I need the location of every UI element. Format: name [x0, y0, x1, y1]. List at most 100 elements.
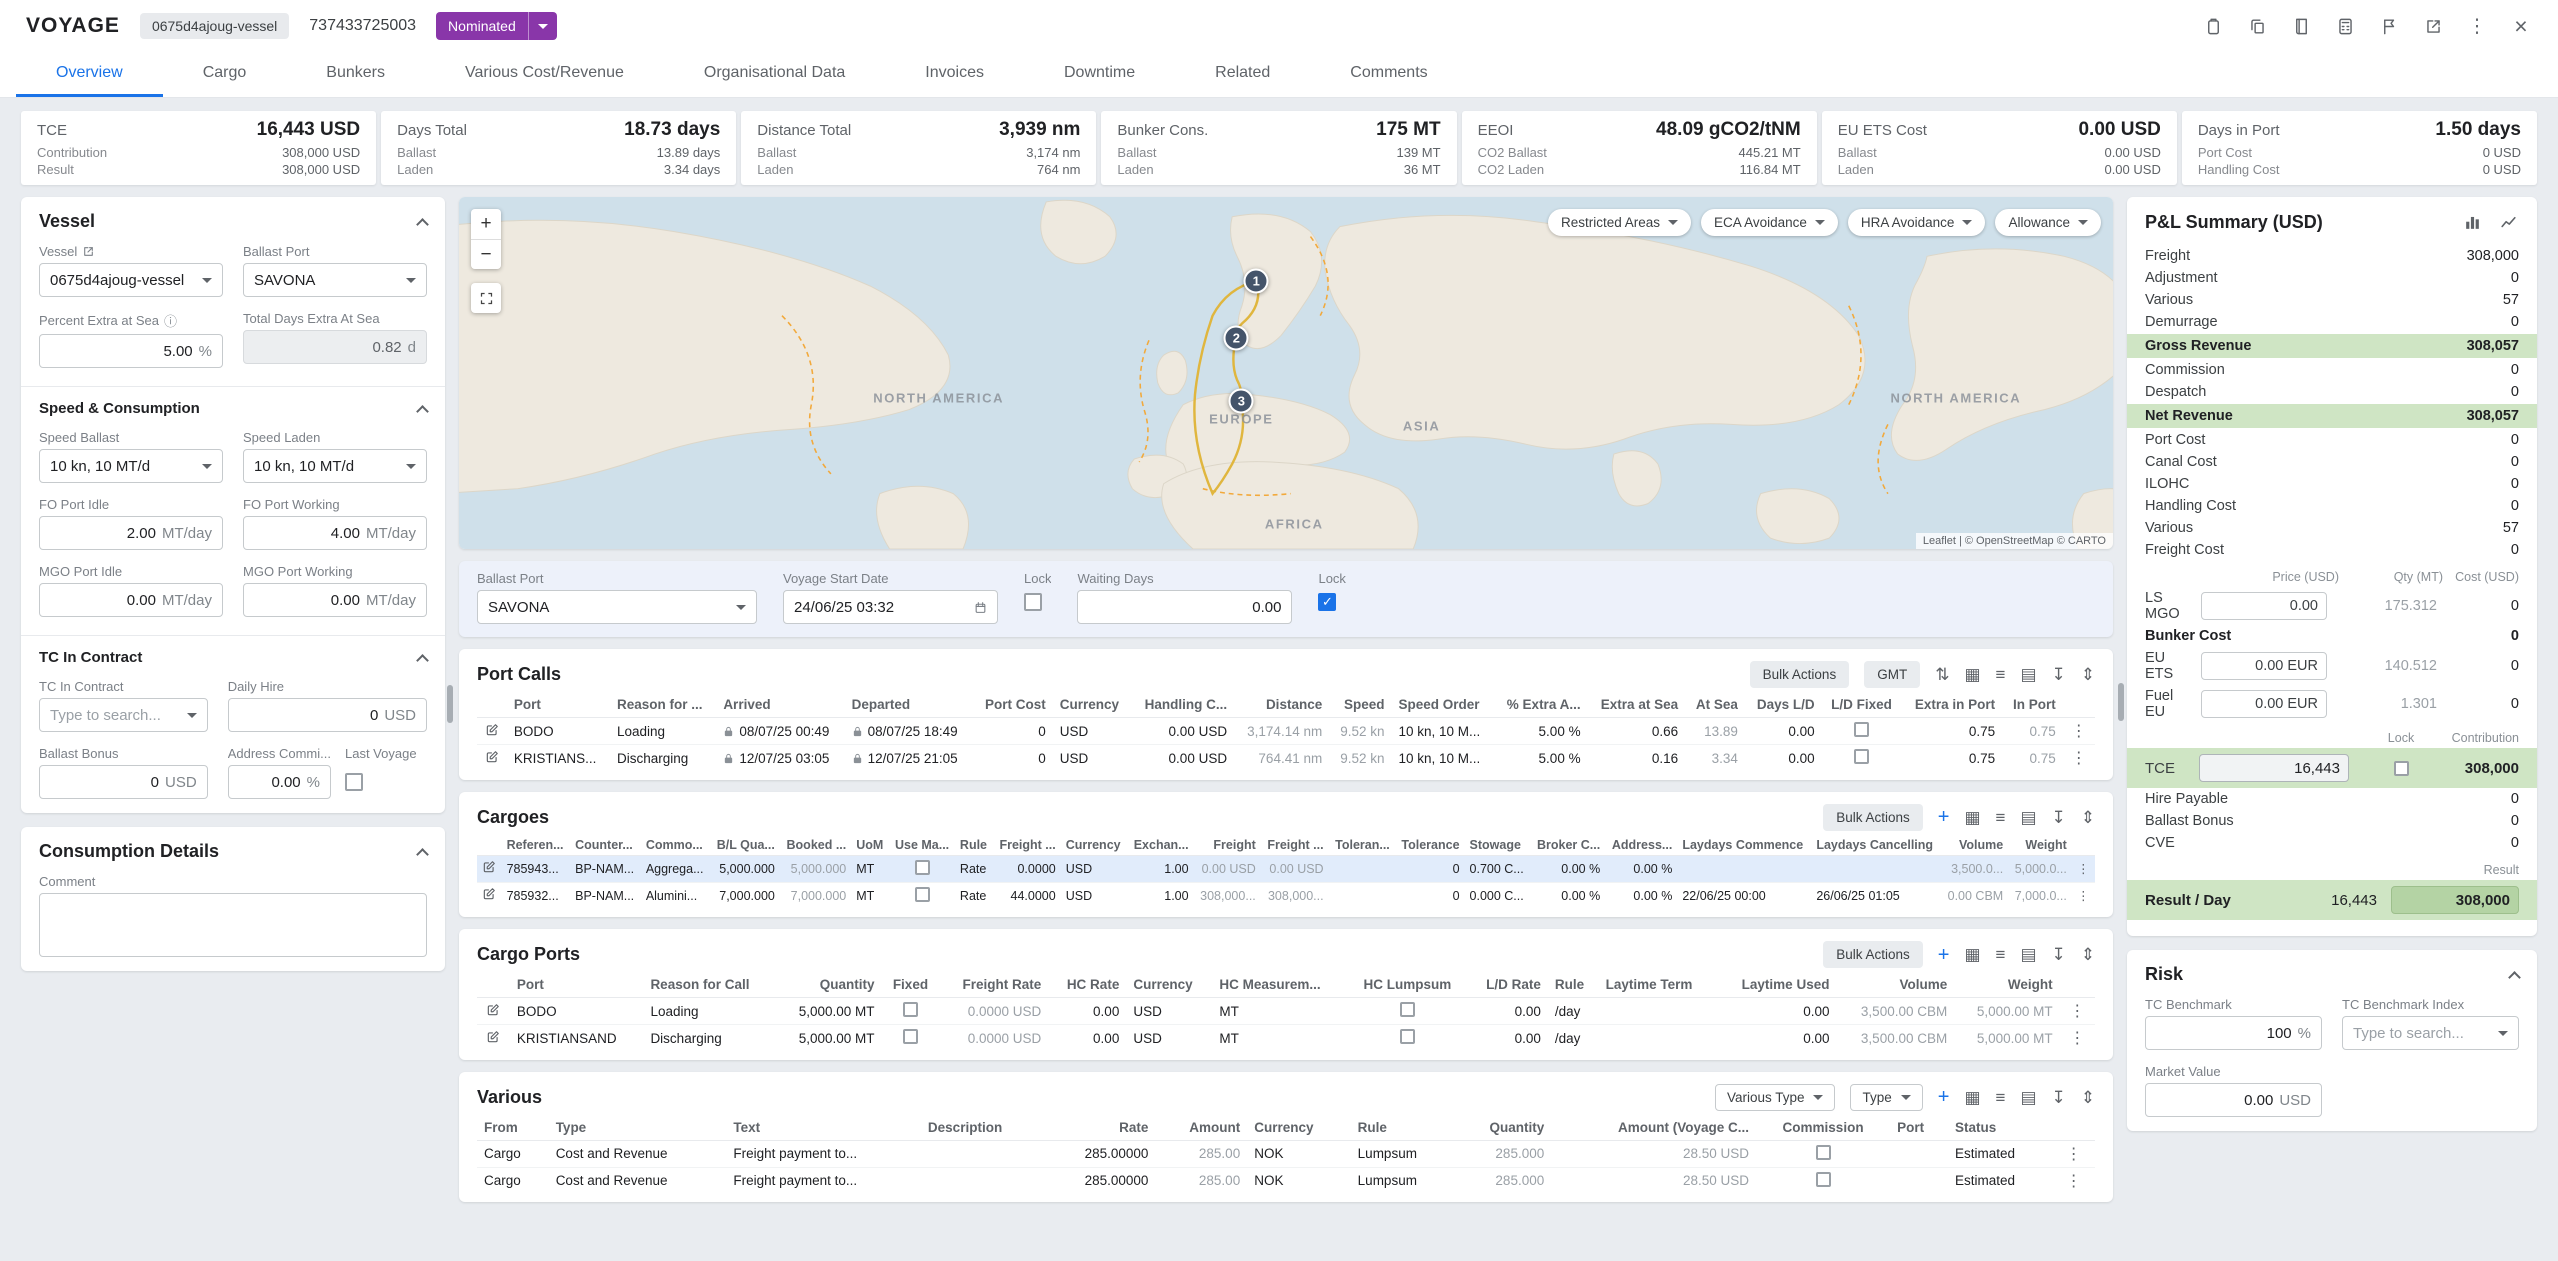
- bar-chart-icon[interactable]: [2461, 211, 2483, 233]
- column-header[interactable]: B/L Qua...: [710, 835, 780, 856]
- column-header[interactable]: In Port: [2002, 692, 2063, 718]
- edit-row-icon[interactable]: [477, 1025, 510, 1052]
- download-icon[interactable]: ↧: [2052, 1089, 2066, 1106]
- column-header[interactable]: Laydays Cancelling: [1811, 835, 1941, 856]
- column-header[interactable]: HC Lumpsum: [1348, 972, 1467, 998]
- rows-icon[interactable]: ▤: [2020, 1089, 2036, 1106]
- chevron-down-icon[interactable]: [529, 18, 557, 35]
- info-icon[interactable]: ⓘ: [164, 311, 177, 330]
- tab-bunkers[interactable]: Bunkers: [286, 52, 425, 97]
- column-header[interactable]: L/D Fixed: [1822, 692, 1902, 718]
- column-header[interactable]: Rule: [1351, 1115, 1454, 1141]
- eca-avoidance-chip[interactable]: ECA Avoidance: [1701, 209, 1838, 236]
- collapse-icon[interactable]: ⇕: [2081, 946, 2095, 963]
- calculator-icon[interactable]: [2334, 15, 2356, 37]
- column-header[interactable]: Port Cost: [973, 692, 1053, 718]
- zoom-in-button[interactable]: +: [471, 209, 501, 239]
- route-marker-1[interactable]: 1: [1244, 269, 1269, 294]
- column-header[interactable]: Counter...: [570, 835, 641, 856]
- waiting-days-lock-checkbox[interactable]: ✓: [1318, 593, 1336, 611]
- edit-row-icon[interactable]: [477, 882, 502, 909]
- column-header[interactable]: Commission: [1756, 1115, 1890, 1141]
- column-header[interactable]: Weight: [1954, 972, 2059, 998]
- column-header[interactable]: Distance: [1234, 692, 1329, 718]
- column-header[interactable]: Quantity: [1454, 1115, 1551, 1141]
- tab-invoices[interactable]: Invoices: [885, 52, 1024, 97]
- columns-icon[interactable]: ▦: [1964, 666, 1980, 683]
- close-icon[interactable]: ×: [2510, 15, 2532, 37]
- column-header[interactable]: % Extra A...: [1494, 692, 1588, 718]
- rows-icon[interactable]: ▤: [2020, 809, 2036, 826]
- filter-icon[interactable]: ≡: [1996, 946, 2006, 963]
- columns-icon[interactable]: ▦: [1964, 809, 1980, 826]
- column-header[interactable]: Reason for Call: [643, 972, 776, 998]
- column-header[interactable]: Freight ...: [1261, 835, 1329, 856]
- download-icon[interactable]: ↧: [2052, 946, 2066, 963]
- gmt-button[interactable]: GMT: [1864, 661, 1920, 688]
- ballast-port-select[interactable]: SAVONA: [243, 263, 427, 297]
- last-voyage-checkbox[interactable]: [345, 773, 363, 791]
- fullscreen-button[interactable]: [471, 283, 501, 313]
- columns-icon[interactable]: ▦: [1964, 946, 1980, 963]
- open-in-new-icon[interactable]: [2422, 15, 2444, 37]
- column-header[interactable]: Toleran...: [1329, 835, 1395, 856]
- flag-icon[interactable]: [2378, 15, 2400, 37]
- column-header[interactable]: Handling C...: [1131, 692, 1234, 718]
- tab-cargo[interactable]: Cargo: [163, 52, 287, 97]
- column-header[interactable]: Broker C...: [1530, 835, 1605, 856]
- filter-icon[interactable]: ≡: [1996, 809, 2006, 826]
- allowance-chip[interactable]: Allowance: [1995, 209, 2101, 236]
- row-menu-icon[interactable]: ⋮: [2053, 1167, 2095, 1194]
- row-menu-icon[interactable]: ⋮: [2060, 998, 2095, 1025]
- column-header[interactable]: Exchan...: [1127, 835, 1193, 856]
- ballast-bonus-input[interactable]: 0USD: [39, 765, 208, 799]
- column-header[interactable]: Amount: [1155, 1115, 1247, 1141]
- tab-organisational-data[interactable]: Organisational Data: [664, 52, 885, 97]
- column-header[interactable]: Freight Rate: [939, 972, 1048, 998]
- market-value-input[interactable]: 0.00USD: [2145, 1083, 2322, 1117]
- tab-overview[interactable]: Overview: [16, 52, 163, 97]
- column-header[interactable]: Port: [1890, 1115, 1948, 1141]
- sort-icon[interactable]: ⇅: [1935, 666, 1949, 683]
- ballast-port-select[interactable]: SAVONA: [477, 590, 757, 624]
- download-icon[interactable]: ↧: [2052, 809, 2066, 826]
- column-header[interactable]: Currency: [1061, 835, 1127, 856]
- column-header[interactable]: Volume: [1941, 835, 2008, 856]
- collapse-icon[interactable]: ⇕: [2081, 666, 2095, 683]
- column-header[interactable]: Description: [921, 1115, 1046, 1141]
- row-menu-icon[interactable]: ⋮: [2072, 855, 2095, 882]
- trend-chart-icon[interactable]: [2497, 211, 2519, 233]
- ld_fixed-checkbox[interactable]: [1854, 722, 1869, 737]
- column-header[interactable]: Stowage: [1465, 835, 1531, 856]
- column-header[interactable]: Referen...: [502, 835, 571, 856]
- column-header[interactable]: L/D Rate: [1467, 972, 1548, 998]
- fo-port-idle-input[interactable]: 2.00MT/day: [39, 516, 223, 550]
- daily-hire-input[interactable]: 0USD: [228, 698, 427, 732]
- world-map[interactable]: [459, 197, 2113, 549]
- column-header[interactable]: Amount (Voyage C...: [1551, 1115, 1756, 1141]
- collapse-chevron-icon[interactable]: [416, 848, 429, 861]
- column-header[interactable]: Currency: [1126, 972, 1212, 998]
- column-header[interactable]: Rule: [1548, 972, 1599, 998]
- edit-row-icon[interactable]: [477, 855, 502, 882]
- column-header[interactable]: Port: [510, 972, 644, 998]
- add-icon[interactable]: +: [1938, 807, 1950, 827]
- add-icon[interactable]: +: [1938, 945, 1950, 965]
- collapse-chevron-icon[interactable]: [416, 218, 429, 231]
- status-badge[interactable]: Nominated: [436, 12, 557, 40]
- fixed-checkbox[interactable]: [903, 1029, 918, 1044]
- column-header[interactable]: Laytime Used: [1717, 972, 1837, 998]
- waiting-days-input[interactable]: 0.00: [1077, 590, 1292, 624]
- speed-ballast-select[interactable]: 10 kn, 10 MT/d: [39, 449, 223, 483]
- column-header[interactable]: Departed: [845, 692, 973, 718]
- edit-row-icon[interactable]: [477, 998, 510, 1025]
- hc_lumpsum-checkbox[interactable]: [1400, 1002, 1415, 1017]
- column-header[interactable]: Weight: [2008, 835, 2072, 856]
- tce-lock-checkbox[interactable]: [2394, 761, 2409, 776]
- row-menu-icon[interactable]: ⋮: [2063, 718, 2095, 745]
- various-type-select[interactable]: Various Type: [1715, 1084, 1836, 1111]
- more-options-icon[interactable]: ⋮: [2466, 15, 2488, 37]
- column-header[interactable]: At Sea: [1685, 692, 1745, 718]
- start-date-lock-checkbox[interactable]: [1024, 593, 1042, 611]
- tab-various-cost-revenue[interactable]: Various Cost/Revenue: [425, 52, 664, 97]
